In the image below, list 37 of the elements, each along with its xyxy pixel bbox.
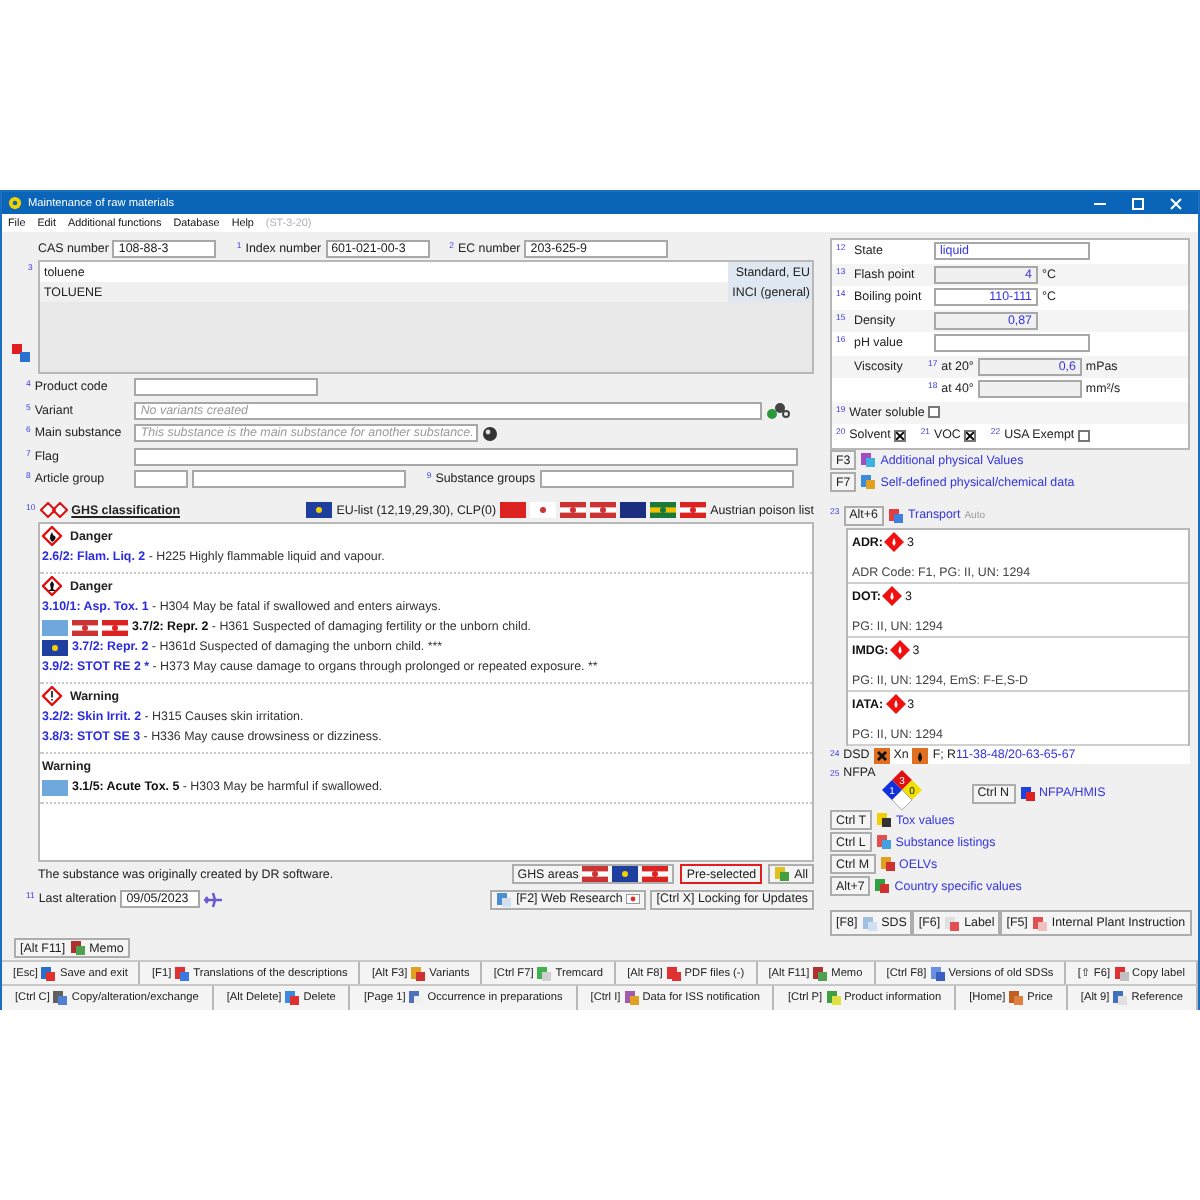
flag-icon xyxy=(42,639,68,655)
flag-icon xyxy=(102,619,128,635)
flag-icon xyxy=(42,779,68,795)
airplane-icon[interactable] xyxy=(204,891,223,907)
input-field[interactable] xyxy=(539,470,794,489)
flag-icon xyxy=(626,894,641,904)
flame-hazard-icon xyxy=(912,747,929,763)
flame-placard-icon xyxy=(884,532,905,552)
gears-icon[interactable] xyxy=(766,401,791,420)
flag-icon xyxy=(306,502,333,518)
checkbox[interactable] xyxy=(964,429,977,442)
input-field[interactable] xyxy=(934,334,1090,353)
input-field[interactable] xyxy=(192,470,407,489)
checkbox[interactable] xyxy=(1078,429,1091,442)
flag-icon xyxy=(582,866,609,882)
input-field[interactable] xyxy=(977,380,1082,399)
flag-icon xyxy=(680,502,707,518)
flame-placard-icon xyxy=(882,586,903,606)
flag-icon xyxy=(42,619,68,635)
input-field[interactable] xyxy=(134,447,799,466)
checkbox[interactable] xyxy=(894,429,907,442)
flag-icon xyxy=(642,866,669,882)
flag-icon xyxy=(72,619,98,635)
input-field[interactable] xyxy=(134,470,189,489)
flag-icon xyxy=(620,502,647,518)
ghs-pictograms-icon xyxy=(39,502,68,518)
input-field[interactable] xyxy=(134,378,319,397)
checkbox[interactable] xyxy=(928,406,941,419)
flag-icon xyxy=(530,502,557,518)
flag-icon xyxy=(590,502,617,518)
cross-hazard-icon xyxy=(873,747,890,763)
flag-icon xyxy=(500,502,527,518)
flag-icon xyxy=(612,866,639,882)
flag-icon xyxy=(560,502,587,518)
flag-icon xyxy=(650,502,677,518)
flame-placard-icon xyxy=(885,694,906,714)
flame-placard-icon xyxy=(890,640,911,660)
